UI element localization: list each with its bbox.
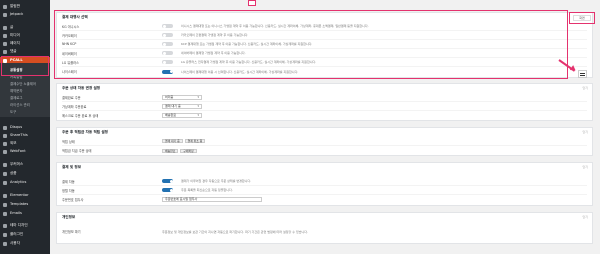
highlight-marker-top: [248, 0, 256, 6]
panel-title: 주문 후 적립금 자동 적립 설정: [62, 130, 108, 134]
dashboard-icon: [3, 4, 7, 9]
submenu-payment-log[interactable]: 결제로그: [0, 95, 50, 101]
sidebar-item-jetpack[interactable]: Jetpack: [0, 11, 50, 18]
chart-icon: [3, 180, 7, 185]
panel-order-status: 주문 상태 자동 변경 설정 닫기 결제완료 주문 처리중 ▾ 가상계좌 주문완료…: [56, 83, 593, 121]
points-row: 적립 상태 결제 대기 중 결제 취소 됨: [62, 137, 587, 146]
sidebar-item-products[interactable]: 상품: [0, 170, 50, 177]
sidebar-item-elementor[interactable]: Elementor: [0, 192, 50, 199]
disqus-icon: [3, 125, 7, 130]
jetpack-icon: [3, 12, 7, 17]
folder-icon: [3, 202, 7, 207]
woocommerce-icon: [3, 162, 7, 167]
privacy-row: 개인정보 파기 주문정보 및 개인정보를 보관 기간이 지나면 자동으로 파기합…: [62, 229, 308, 235]
archive-icon: [3, 171, 7, 176]
panel-collapse-toggle[interactable]: 닫기: [582, 165, 588, 169]
panel-title: 개인정보: [62, 215, 76, 219]
sidebar-item-media[interactable]: 미디어: [0, 32, 50, 39]
panel-points: 주문 후 적립금 자동 적립 설정 닫기 적립 상태 결제 대기 중 결제 취소…: [56, 127, 593, 156]
highlight-box-sidebar: [1, 56, 49, 76]
sidebar-item-comments[interactable]: 댓글: [0, 48, 50, 55]
status-row: 결제완료 주문 처리중 ▾: [62, 93, 587, 102]
prefix-input[interactable]: 주문번호에 표시될 접두사: [162, 197, 262, 202]
sidebar-item-analytics[interactable]: Analytics: [0, 179, 50, 186]
wp-admin-page: 알림판 Jetpack 글 미디어 페이지 댓글 PCALL 공통설정 카톡알림…: [0, 0, 600, 254]
panel-collapse-toggle[interactable]: 닫기: [582, 86, 588, 90]
status-tag[interactable]: 구매확정: [180, 148, 197, 153]
chevron-down-icon: ▾: [197, 113, 199, 117]
top-bar: [50, 0, 600, 6]
status-tag[interactable]: 배송완료: [162, 148, 179, 153]
chevron-down-icon: ▾: [197, 103, 199, 108]
auto-toggle[interactable]: [162, 188, 173, 192]
brush-icon: [3, 141, 7, 146]
mail-icon: [3, 211, 7, 216]
payment-info-row: 결제 자동 결제가 이루어질 경우 자동으로 주문 상태를 변경합니다.: [62, 177, 587, 186]
layout-icon: [3, 223, 7, 228]
payment-info-row: 정렬 자동 주문 목록을 최신순으로 자동 정렬합니다.: [62, 186, 587, 195]
status-tag[interactable]: 결제 대기 중: [162, 139, 183, 143]
sidebar-item-disqus[interactable]: Disqus: [0, 124, 50, 131]
sidebar-item-appearance[interactable]: 외모: [0, 140, 50, 147]
sidebar-item-emails[interactable]: Emails: [0, 210, 50, 217]
submenu-license[interactable]: 라이선스 관리: [0, 102, 50, 108]
plugin-icon: [3, 232, 7, 237]
sidebar-item-posts[interactable]: 글: [0, 24, 50, 31]
admin-sidebar: 알림판 Jetpack 글 미디어 페이지 댓글 PCALL 공통설정 카톡알림…: [0, 0, 50, 254]
highlight-box-panel: [54, 10, 568, 79]
sidebar-item-sharethis[interactable]: ShareThis: [0, 132, 50, 139]
highlight-box-screen-options: [569, 12, 595, 24]
status-select[interactable]: 처리중 ▾: [162, 94, 202, 100]
elementor-icon: [3, 193, 7, 198]
chevron-down-icon: ▾: [197, 94, 199, 99]
status-select[interactable]: 결제 대기 중 ▾: [162, 103, 202, 109]
sidebar-item-templates[interactable]: Templates: [0, 201, 50, 208]
status-row: 가상계좌 주문완료 결제 대기 중 ▾: [62, 102, 587, 111]
payment-info-row: 주문번호 접두사 주문번호에 표시될 접두사: [62, 195, 587, 204]
submenu-payment-exposure[interactable]: 결제수단 노출제어: [0, 81, 50, 87]
status-row: 에스크로 주문 완료 후 상태 배송완료 ▾: [62, 111, 587, 120]
auto-toggle[interactable]: [162, 179, 173, 183]
sidebar-item-pages[interactable]: 페이지: [0, 40, 50, 47]
menu-toggle-icon[interactable]: [578, 70, 587, 78]
status-tag[interactable]: 결제 취소 됨: [184, 139, 206, 143]
user-icon: [3, 241, 7, 246]
sidebar-item-dashboard[interactable]: 알림판: [0, 3, 50, 10]
page-icon: [3, 41, 7, 46]
submenu-scheduled-sms[interactable]: 예약문자: [0, 88, 50, 94]
share-icon: [3, 133, 7, 138]
panel-payment-info: 결제 및 정보 닫기 결제 자동 결제가 이루어질 경우 자동으로 주문 상태를…: [56, 162, 593, 206]
sidebar-item-users[interactable]: 사용자: [0, 240, 50, 247]
sidebar-item-webfont[interactable]: WebFont: [0, 148, 50, 155]
sidebar-item-theme-design[interactable]: 테마 디자인: [0, 222, 50, 229]
status-select[interactable]: 배송완료 ▾: [162, 113, 202, 118]
panel-collapse-toggle[interactable]: 닫기: [582, 215, 588, 219]
submenu-tools[interactable]: 도구: [0, 109, 50, 115]
sidebar-item-woocommerce[interactable]: 우커머스: [0, 161, 50, 168]
font-icon: [3, 149, 7, 154]
media-icon: [3, 33, 7, 38]
sidebar-item-plugins[interactable]: 플러그인: [0, 231, 50, 238]
panel-title: 결제 및 정보: [62, 165, 82, 169]
comment-icon: [3, 49, 7, 54]
panel-title: 주문 상태 자동 변경 설정: [62, 86, 101, 90]
panel-privacy: 개인정보 닫기 개인정보 파기 주문정보 및 개인정보를 보관 기간이 지나면 …: [56, 212, 593, 244]
panel-collapse-toggle[interactable]: 닫기: [582, 130, 588, 134]
pin-icon: [3, 25, 7, 30]
points-row: 적립금 지급 주문 상태 배송완료 구매확정: [62, 146, 587, 155]
